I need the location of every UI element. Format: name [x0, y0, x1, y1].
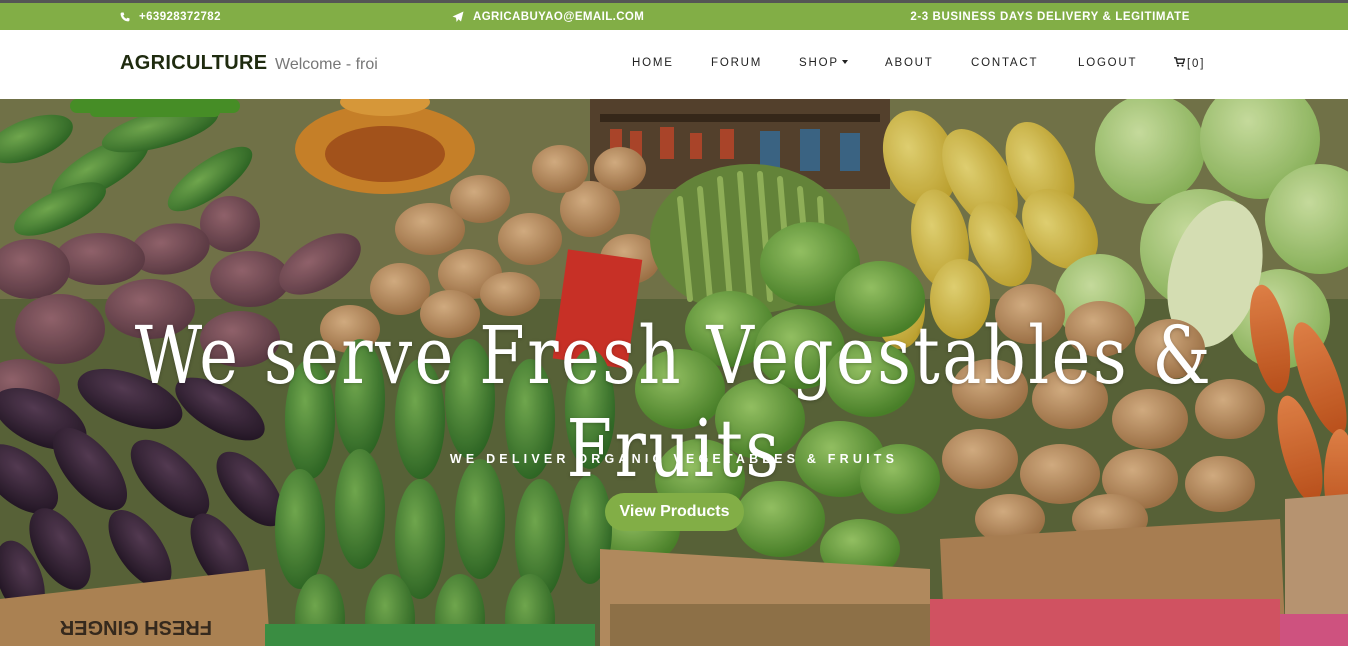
nav-cart[interactable]: [0] [1174, 57, 1205, 70]
brand-logo[interactable]: AGRICULTURE [120, 52, 267, 75]
nav-about[interactable]: ABOUT [885, 57, 934, 69]
welcome-text: Welcome - froi [275, 56, 378, 73]
chevron-down-icon [841, 60, 848, 64]
main-navbar: AGRICULTURE Welcome - froi HOME FORUM SH… [0, 30, 1348, 99]
phone-info[interactable]: +63928372782 [120, 3, 221, 30]
nav-shop-label: SHOP [799, 57, 839, 69]
nav-home[interactable]: HOME [632, 57, 674, 69]
nav-forum[interactable]: FORUM [711, 57, 762, 69]
paper-plane-icon [452, 11, 464, 23]
hero-title: We serve Fresh Vegestables & Fruits [134, 309, 1214, 495]
top-info-bar: +63928372782 AGRICABUYAO@EMAIL.COM 2-3 B… [0, 3, 1348, 30]
phone-number: +63928372782 [139, 10, 221, 23]
delivery-info: 2-3 BUSINESS DAYS DELIVERY & LEGITIMATE [910, 10, 1190, 23]
email-info[interactable]: AGRICABUYAO@EMAIL.COM [452, 3, 644, 30]
hero-banner: FRESH GINGER We serve Fresh Vegestables … [0, 99, 1348, 646]
nav-logout[interactable]: LOGOUT [1078, 57, 1137, 69]
nav-shop[interactable]: SHOP [799, 57, 848, 69]
view-products-button[interactable]: View Products [605, 493, 744, 531]
cart-icon [1174, 57, 1186, 70]
phone-icon [120, 12, 130, 22]
email-address: AGRICABUYAO@EMAIL.COM [473, 10, 645, 23]
cart-count: [0] [1187, 57, 1206, 70]
hero-subtitle: WE DELIVER ORGANIC VEGETABLES & FRUITS [449, 452, 899, 466]
nav-contact[interactable]: CONTACT [971, 57, 1038, 69]
